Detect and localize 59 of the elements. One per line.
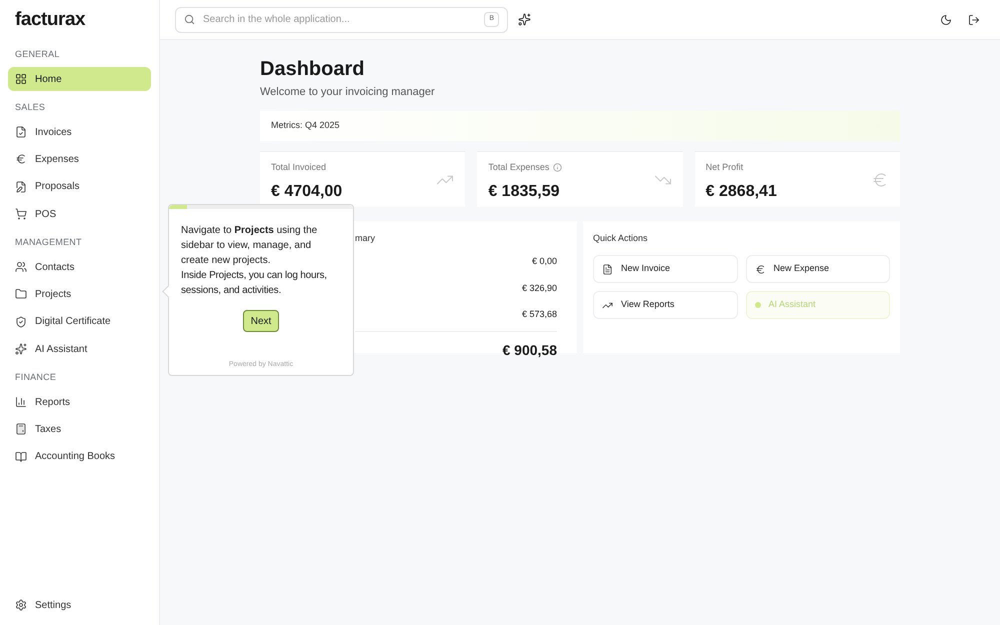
metric-label: Total Invoiced bbox=[271, 160, 326, 174]
sidebar-item[interactable]: Digital Certificate bbox=[8, 310, 151, 334]
page-subtitle: Welcome to your invoicing manager bbox=[260, 85, 436, 100]
document-check-icon bbox=[15, 126, 27, 138]
document-icon bbox=[602, 264, 613, 274]
book-icon bbox=[15, 450, 27, 463]
quick-action-button[interactable]: View Reports bbox=[593, 291, 738, 319]
page-title: Dashboard bbox=[260, 57, 366, 82]
summary-value: € 326,90 bbox=[522, 282, 557, 294]
sidebar-item[interactable]: Accounting Books bbox=[8, 444, 151, 469]
tour-text: Navigate to Projects using the sidebar to view, manage, and create new projects. bbox=[181, 224, 318, 268]
metric-value: € 1835,59 bbox=[488, 182, 561, 202]
sidebar-item[interactable]: Taxes bbox=[8, 417, 151, 442]
sidebar-item[interactable]: Invoices bbox=[8, 120, 151, 144]
metrics-label: Metrics: Q4 2025 bbox=[271, 118, 340, 132]
sidebar-item[interactable]: Contacts bbox=[8, 255, 151, 280]
shield-icon bbox=[15, 316, 27, 328]
folder-icon bbox=[15, 288, 27, 300]
bar-chart-icon bbox=[15, 396, 27, 408]
section-heading: MANAGEMENT bbox=[14, 236, 83, 249]
logo: facturax bbox=[15, 8, 86, 32]
people-icon bbox=[15, 261, 27, 274]
metric-value: € 4704,00 bbox=[271, 182, 342, 202]
metric-label: Total Expenses bbox=[488, 160, 550, 174]
section-heading: GENERAL bbox=[14, 48, 61, 61]
card-title: mary bbox=[355, 232, 376, 245]
section-heading: SALES bbox=[14, 100, 46, 114]
metric-label: Net Profit bbox=[706, 160, 744, 174]
sidebar-item[interactable]: Reports bbox=[8, 390, 151, 414]
settings-icon bbox=[15, 599, 27, 611]
sidebar-item[interactable]: POS bbox=[8, 202, 151, 226]
next-button[interactable]: Next bbox=[242, 310, 280, 332]
summary-value: € 573,68 bbox=[522, 308, 557, 321]
moon-icon[interactable] bbox=[940, 14, 952, 26]
document-pen-icon bbox=[15, 180, 27, 193]
calculator-icon bbox=[15, 423, 27, 436]
sparkles-icon[interactable] bbox=[518, 13, 531, 26]
sidebar-item[interactable]: Projects bbox=[8, 282, 151, 306]
euro-icon bbox=[15, 153, 27, 166]
grid-icon bbox=[15, 73, 27, 86]
logout-icon[interactable] bbox=[968, 14, 980, 26]
metric-value: € 2868,41 bbox=[706, 182, 777, 202]
sidebar-item[interactable]: AI Assistant bbox=[8, 337, 151, 362]
sidebar-item[interactable]: Home bbox=[8, 67, 151, 92]
search-input[interactable]: Search in the whole application... bbox=[203, 12, 476, 27]
section-heading: FINANCE bbox=[14, 370, 58, 384]
sidebar-item[interactable]: Settings bbox=[8, 593, 78, 617]
summary-total: € 900,58 bbox=[502, 340, 557, 360]
search-icon bbox=[184, 14, 195, 25]
quick-action-button[interactable]: New Expense bbox=[746, 255, 890, 283]
euro-icon bbox=[754, 264, 766, 274]
card-title: Quick Actions bbox=[593, 232, 649, 245]
sidebar-item[interactable]: Proposals bbox=[8, 174, 151, 199]
sparkles-icon bbox=[15, 343, 27, 356]
sidebar-item[interactable]: Expenses bbox=[8, 147, 151, 172]
tour-text: Inside Projects, you can log hours, sessions, and activities. bbox=[181, 269, 328, 298]
cart-icon bbox=[15, 208, 27, 220]
summary-value: € 0,00 bbox=[532, 255, 557, 268]
quick-action-button[interactable]: New Invoice bbox=[593, 255, 738, 283]
